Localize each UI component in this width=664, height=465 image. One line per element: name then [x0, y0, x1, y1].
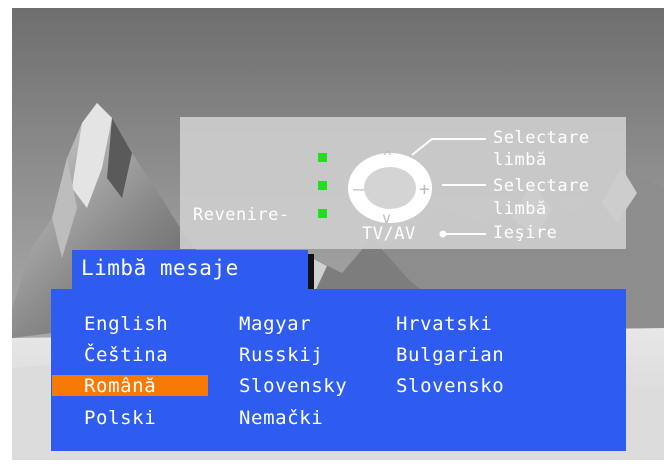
language-option-bulgarian[interactable]: Bulgarian [396, 342, 504, 368]
select-right-label-line2: limbă [493, 199, 547, 219]
language-option-romana[interactable]: Română [84, 373, 156, 399]
select-up-label-line1: Selectare [493, 128, 590, 148]
remote-hint-panel: ^ – + v Revenire- Selectare limbă Select… [180, 117, 626, 249]
select-right-label-line1: Selectare [493, 176, 590, 196]
language-option-english[interactable]: English [84, 311, 168, 337]
language-option-russkij[interactable]: Russkij [239, 342, 323, 368]
language-option-cestina[interactable]: Čeština [84, 342, 168, 368]
language-option-hrvatski[interactable]: Hrvatski [396, 311, 492, 337]
language-option-nemacki[interactable]: Nemački [239, 405, 323, 431]
menu-title-box: Limbă mesaje [72, 250, 308, 290]
menu-title: Limbă mesaje [81, 256, 239, 280]
language-option-slovensko[interactable]: Slovensko [396, 373, 504, 399]
language-option-magyar[interactable]: Magyar [239, 311, 311, 337]
back-label: Revenire- [193, 205, 290, 225]
exit-label: Ieşire [493, 223, 558, 243]
select-up-label-line2: limbă [493, 150, 547, 170]
language-option-polski[interactable]: Polski [84, 405, 156, 431]
language-option-slovensky[interactable]: Slovensky [239, 373, 347, 399]
tvav-label: TV/AV [362, 224, 416, 244]
